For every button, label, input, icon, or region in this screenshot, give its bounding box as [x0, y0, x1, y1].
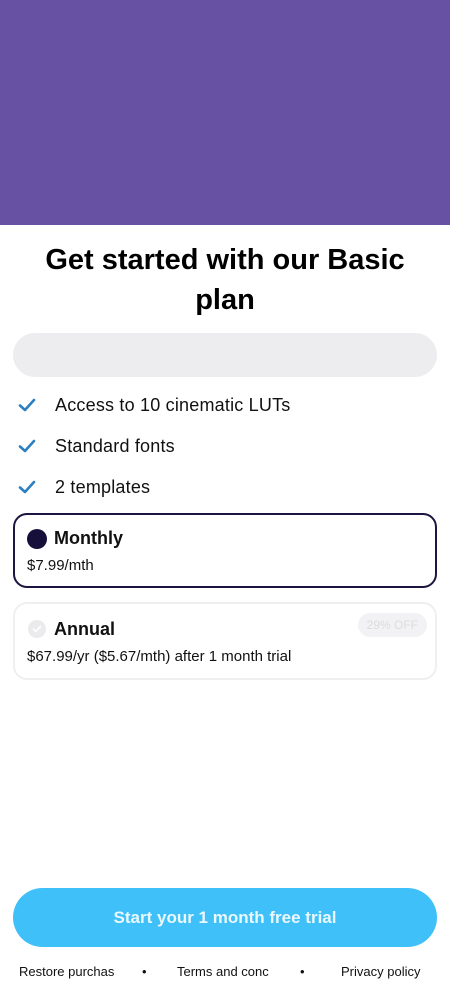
footer-links: Restore purchas • Terms and conc • Priva…	[0, 964, 450, 986]
feature-label: Access to 10 cinematic LUTs	[55, 394, 291, 415]
feature-item: 2 templates	[18, 475, 150, 499]
privacy-policy-link[interactable]: Privacy policy	[341, 964, 441, 979]
plan-toggle-bar[interactable]	[13, 333, 437, 377]
check-icon	[18, 478, 36, 496]
feature-item: Standard fonts	[18, 434, 175, 458]
check-icon	[18, 437, 36, 455]
start-trial-button[interactable]: Start your 1 month free trial	[13, 888, 437, 947]
terms-link[interactable]: Terms and conc	[177, 964, 274, 979]
hero-banner	[0, 0, 450, 225]
check-icon	[18, 396, 36, 414]
restore-purchases-link[interactable]: Restore purchas	[19, 964, 115, 979]
radio-unselected-check-icon	[28, 620, 46, 638]
plan-price: $7.99/mth	[27, 557, 94, 574]
separator-dot: •	[142, 964, 147, 979]
plan-name: Monthly	[54, 528, 123, 548]
feature-item: Access to 10 cinematic LUTs	[18, 393, 291, 417]
feature-label: Standard fonts	[55, 435, 175, 456]
plan-option-monthly[interactable]: Monthly $7.99/mth	[13, 513, 437, 588]
discount-badge: 29% OFF	[357, 613, 427, 637]
plan-price: $67.99/yr ($5.67/mth) after 1 month tria…	[27, 648, 292, 665]
plan-name: Annual	[54, 619, 115, 639]
page-title: Get started with our Basic plan	[45, 244, 405, 316]
plan-option-annual[interactable]: Annual 29% OFF $67.99/yr ($5.67/mth) aft…	[13, 602, 437, 680]
feature-label: 2 templates	[55, 476, 151, 497]
separator-dot: •	[300, 964, 305, 979]
radio-selected-icon	[27, 529, 47, 549]
